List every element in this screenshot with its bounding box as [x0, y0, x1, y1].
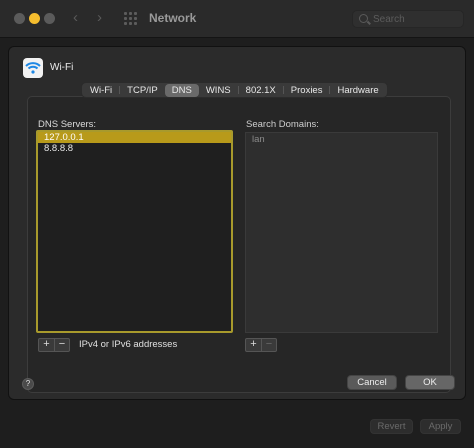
ok-button[interactable]: OK	[405, 375, 455, 390]
minimize-window-button[interactable]	[29, 13, 40, 24]
dns-server-row[interactable]: 8.8.8.8	[38, 143, 231, 154]
remove-search-domain-button[interactable]: −	[261, 339, 276, 351]
dns-hint-text: IPv4 or IPv6 addresses	[79, 339, 178, 350]
tab-wifi[interactable]: Wi-Fi	[83, 84, 119, 97]
tab-8021x[interactable]: 802.1X	[239, 84, 283, 97]
back-arrow-icon[interactable]: ‹	[73, 9, 78, 26]
title-bar: ‹ › Network Search	[0, 0, 474, 38]
search-icon	[359, 14, 368, 23]
tab-proxies[interactable]: Proxies	[284, 84, 330, 97]
advanced-settings-sheet: Wi-Fi Wi-Fi TCP/IP DNS WINS 802.1X Proxi…	[8, 46, 466, 400]
show-all-grid-icon[interactable]	[124, 12, 137, 25]
search-domain-add-remove-control: + −	[245, 338, 277, 352]
dns-add-remove-control: + −	[38, 338, 70, 352]
cancel-button[interactable]: Cancel	[347, 375, 397, 390]
tab-wins[interactable]: WINS	[199, 84, 238, 97]
dns-servers-label: DNS Servers:	[38, 119, 97, 130]
add-dns-button[interactable]: +	[39, 339, 54, 351]
wifi-icon	[23, 58, 43, 78]
dns-server-row[interactable]: 127.0.0.1	[38, 132, 231, 143]
add-search-domain-button[interactable]: +	[246, 339, 261, 351]
search-field[interactable]: Search	[352, 10, 464, 28]
tab-hardware[interactable]: Hardware	[330, 84, 385, 97]
dns-servers-list[interactable]: 127.0.0.1 8.8.8.8	[36, 130, 233, 333]
tab-tcpip[interactable]: TCP/IP	[120, 84, 165, 97]
help-button[interactable]: ?	[22, 378, 34, 390]
remove-dns-button[interactable]: −	[54, 339, 69, 351]
apply-button[interactable]: Apply	[420, 419, 461, 434]
search-domains-list[interactable]: lan	[245, 132, 438, 333]
tab-dns[interactable]: DNS	[164, 84, 199, 97]
search-placeholder: Search	[373, 14, 405, 25]
search-domain-row[interactable]: lan	[246, 134, 437, 146]
window-title: Network	[149, 11, 197, 25]
tab-bar: Wi-Fi TCP/IP DNS WINS 802.1X Proxies Har…	[81, 82, 388, 98]
search-domains-label: Search Domains:	[246, 119, 319, 130]
zoom-window-button[interactable]	[44, 13, 55, 24]
revert-button[interactable]: Revert	[370, 419, 413, 434]
close-window-button[interactable]	[14, 13, 25, 24]
forward-arrow-icon[interactable]: ›	[97, 9, 102, 26]
network-name: Wi-Fi	[50, 62, 74, 73]
